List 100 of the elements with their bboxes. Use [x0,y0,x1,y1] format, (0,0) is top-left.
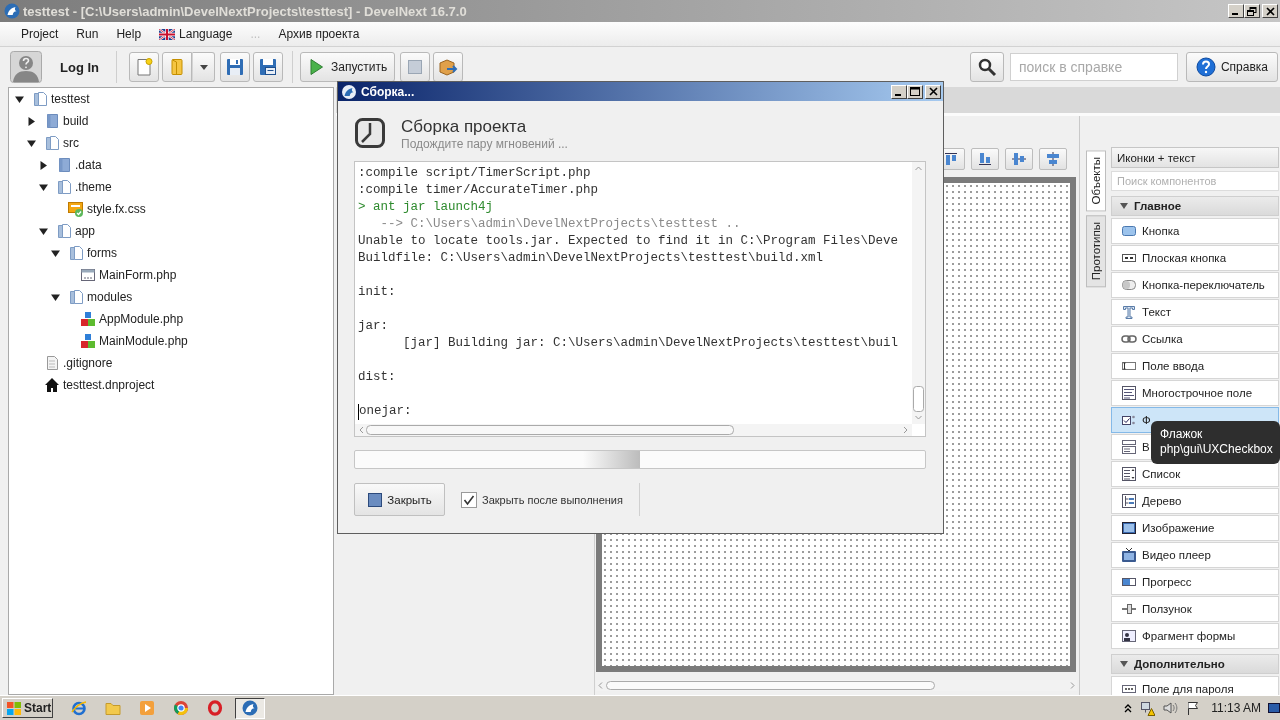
console-line: :compile script/TimerScript.php [358,165,591,182]
tree-item[interactable]: MainForm.php [80,267,177,283]
speaker-icon[interactable] [1162,700,1179,716]
tree-item[interactable]: modules [68,289,133,305]
align-button[interactable] [1039,148,1067,170]
open-folder-icon [68,245,84,261]
component-search-field[interactable]: Поиск компонентов [1111,171,1279,191]
menu-item[interactable]: Language [150,24,242,44]
tree-item[interactable]: forms [68,245,117,261]
expand-arrow-icon[interactable] [39,160,48,170]
desktop-icon[interactable] [1268,701,1280,715]
folder-icon [44,113,60,129]
component-item[interactable]: Кнопка-переключатель [1111,272,1279,298]
ring-icon[interactable] [207,700,223,716]
search-icon [977,57,997,77]
component-item[interactable]: Фрагмент формы [1111,623,1279,649]
new-file-icon [134,57,154,77]
close-button[interactable] [925,84,941,99]
expand-arrow-icon[interactable] [51,248,60,258]
file-icon [44,355,60,371]
expand-arrow-icon[interactable] [39,182,48,192]
component-item[interactable]: Изображение [1111,515,1279,541]
close-button[interactable]: Закрыть [354,483,445,516]
stop-button[interactable] [400,52,431,82]
component-item[interactable]: Видео плеер [1111,542,1279,568]
tree-item[interactable]: .theme [56,179,112,195]
component-item[interactable]: Многострочное поле [1111,380,1279,406]
close-icon [1265,6,1275,16]
tree-item[interactable]: AppModule.php [80,311,184,327]
menu-item[interactable]: Project [12,24,68,44]
expand-arrow-icon[interactable] [27,138,36,148]
tree-item[interactable]: MainModule.php [80,333,188,349]
tooltip-text: php\gui\UXCheckbox [1160,442,1273,457]
menu-item[interactable]: Run [67,24,108,44]
expand-arrow-icon[interactable] [51,292,60,302]
open-folder-icon [68,289,84,305]
dialog-title: Сборка... [361,84,415,99]
component-item[interactable]: Текст [1111,299,1279,325]
window-title: testtest - [C:\Users\admin\DevelNextProjects\testtest] - DevelNext 16.7.0 [23,3,467,19]
vertical-scrollbar[interactable] [912,162,925,424]
align-center-icon [1045,151,1061,167]
floppy-disks-icon [258,57,278,77]
blocks-icon [80,333,96,349]
text-area-icon [1121,385,1137,401]
component-item[interactable]: Поле ввода [1111,353,1279,379]
expand-arrow-icon[interactable] [27,116,36,126]
horizontal-scrollbar[interactable] [355,424,912,436]
section-header[interactable]: Дополнительно [1111,654,1279,674]
minimize-button[interactable] [891,84,907,99]
tree-item[interactable]: .gitignore [44,355,113,371]
expand-arrow-icon[interactable] [39,226,48,236]
tree-item[interactable]: build [44,113,89,129]
maximize-icon [910,87,920,96]
component-item[interactable]: Плоская кнопка [1111,245,1279,271]
align-button[interactable] [971,148,999,170]
view-mode-select[interactable]: Иконки + текст [1111,147,1279,168]
sidebar-tab[interactable]: Прототипы [1086,215,1106,288]
component-item[interactable]: Ползунок [1111,596,1279,622]
tree-item[interactable]: testtest.dnproject [44,377,155,393]
round-logo-icon[interactable] [173,700,189,716]
console-line: [jar] Building jar: C:\Users\admin\DevelNextProjects\testtest\buil [402,335,899,352]
caret-icon [199,64,208,70]
console-line: jar: [358,318,388,335]
menu-item[interactable]: Help [107,24,151,44]
tree-item[interactable]: testtest [32,91,90,107]
component-item[interactable]: Поле для пароля [1111,676,1279,695]
tree-item[interactable]: src [44,135,79,151]
network-warning-icon[interactable] [1139,700,1156,716]
help-search-field[interactable]: поиск в справке [1010,53,1178,81]
search-button[interactable] [970,52,1004,82]
taskbar-button[interactable] [235,697,265,719]
build-button[interactable] [433,52,464,82]
section-header[interactable]: Главное [1111,196,1279,216]
console-line: Unable to locate tools.jar. Expected to find it in C:\Program Files\Deve [358,233,899,250]
sidebar-tab[interactable]: Объекты [1086,150,1106,212]
start-logo-icon [6,700,22,716]
globe-icon[interactable] [71,700,87,716]
menu-item[interactable]: Архив проекта [269,24,369,44]
checkbox[interactable] [461,491,477,508]
dropdown-button[interactable] [192,52,215,82]
save-button[interactable] [220,52,250,82]
expand-arrow-icon[interactable] [15,94,24,104]
tree-item[interactable]: style.fx.css [68,201,146,217]
chevron-up-icon[interactable] [1124,703,1133,713]
component-item[interactable]: Дерево [1111,488,1279,514]
open-folder-icon [56,223,72,239]
align-button[interactable] [1005,148,1033,170]
component-item[interactable]: Прогресс [1111,569,1279,595]
component-item[interactable]: Кнопка [1111,218,1279,244]
component-item[interactable]: Ссылка [1111,326,1279,352]
tree-item[interactable]: .data [56,157,102,173]
maximize-button[interactable] [907,84,923,99]
help-button[interactable]: Справка [1186,52,1278,82]
horizontal-scrollbar[interactable] [596,680,1077,691]
login-button[interactable]: Log In [52,55,107,79]
run-button[interactable]: Запустить [300,52,396,82]
save-all-button[interactable] [253,52,283,82]
tree-item[interactable]: app [56,223,96,239]
start-button[interactable]: Start [2,698,53,718]
flag-icon [159,28,176,40]
